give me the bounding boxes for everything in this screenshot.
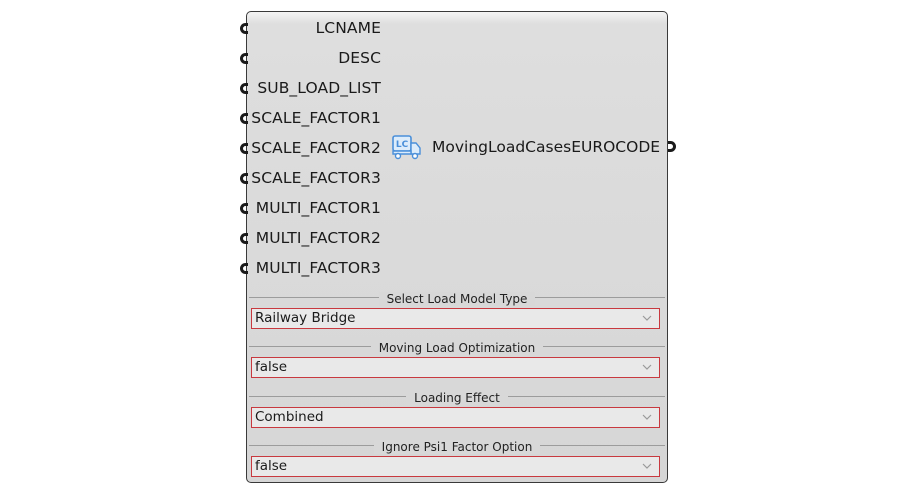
option-ignore-psi1-factor: Ignore Psi1 Factor Option false — [247, 436, 667, 484]
option-moving-load-optimization: Moving Load Optimization false — [247, 337, 667, 385]
chevron-down-icon — [642, 414, 652, 420]
input-grip[interactable] — [240, 53, 248, 64]
input-label: LCNAME — [315, 19, 381, 37]
input-label: MULTI_FACTOR2 — [255, 229, 381, 247]
dropdown-value: false — [255, 458, 288, 474]
lc-truck-icon: LC — [392, 135, 421, 160]
chevron-down-icon — [642, 364, 652, 370]
input-grip[interactable] — [240, 143, 248, 154]
input-param-desc[interactable]: DESC — [240, 44, 669, 74]
component-header: LC MovingLoadCasesEUROCODE — [389, 133, 661, 163]
input-param-scale-factor1[interactable]: SCALE_FACTOR1 — [240, 104, 669, 134]
input-grip[interactable] — [240, 173, 248, 184]
input-param-multi-factor2[interactable]: MULTI_FACTOR2 — [240, 224, 669, 254]
input-param-lcname[interactable]: LCNAME — [240, 14, 669, 44]
dropdown-value: Combined — [255, 409, 324, 425]
dropdown-value: false — [255, 359, 288, 375]
option-loading-effect: Loading Effect Combined — [247, 387, 667, 435]
input-label: SCALE_FACTOR1 — [251, 109, 381, 127]
load-model-type-dropdown[interactable]: Railway Bridge — [251, 308, 660, 329]
input-param-multi-factor1[interactable]: MULTI_FACTOR1 — [240, 194, 669, 224]
input-label: MULTI_FACTOR1 — [255, 199, 381, 217]
input-grip[interactable] — [240, 83, 248, 94]
dropdown-value: Railway Bridge — [255, 310, 356, 326]
chevron-down-icon — [642, 463, 652, 469]
input-param-multi-factor3[interactable]: MULTI_FACTOR3 — [240, 254, 669, 284]
section-heading: Ignore Psi1 Factor Option — [373, 440, 541, 454]
input-param-sub-load-list[interactable]: SUB_LOAD_LIST — [240, 74, 669, 104]
input-grip[interactable] — [240, 113, 248, 124]
component-title: MovingLoadCasesEUROCODE — [432, 138, 661, 156]
input-grip[interactable] — [240, 233, 248, 244]
loading-effect-dropdown[interactable]: Combined — [251, 407, 660, 428]
input-param-scale-factor3[interactable]: SCALE_FACTOR3 — [240, 164, 669, 194]
ignore-psi1-factor-dropdown[interactable]: false — [251, 456, 660, 477]
input-label: SUB_LOAD_LIST — [257, 79, 381, 97]
input-label: SCALE_FACTOR3 — [251, 169, 381, 187]
grasshopper-component[interactable]: LCNAME DESC SUB_LOAD_LIST SCALE_FACTOR1 … — [240, 11, 669, 484]
output-grip[interactable] — [668, 141, 676, 152]
input-label: DESC — [338, 49, 381, 67]
input-grip[interactable] — [240, 263, 248, 274]
chevron-down-icon — [642, 315, 652, 321]
section-heading: Select Load Model Type — [378, 292, 536, 306]
option-load-model-type: Select Load Model Type Railway Bridge — [247, 288, 667, 336]
moving-load-optimization-dropdown[interactable]: false — [251, 357, 660, 378]
icon-text: LC — [396, 140, 409, 150]
section-heading: Moving Load Optimization — [370, 341, 544, 355]
input-label: SCALE_FACTOR2 — [251, 139, 381, 157]
input-label: MULTI_FACTOR3 — [255, 259, 381, 277]
section-heading: Loading Effect — [406, 391, 508, 405]
input-grip[interactable] — [240, 23, 248, 34]
input-grip[interactable] — [240, 203, 248, 214]
